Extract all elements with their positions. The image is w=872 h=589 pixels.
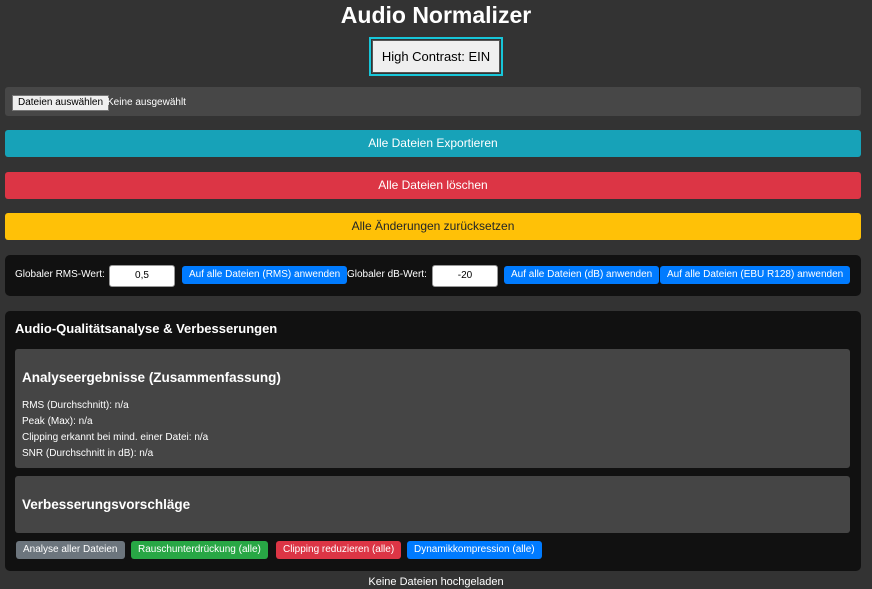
analysis-summary-title: Analyseergebnisse (Zusammenfassung) (22, 370, 281, 385)
reset-all-button[interactable]: Alle Änderungen zurücksetzen (5, 213, 861, 240)
apply-ebu-r128-button[interactable]: Auf alle Dateien (EBU R128) anwenden (660, 266, 851, 284)
choose-files-button[interactable]: Dateien auswählen (12, 95, 110, 111)
global-rms-label: Globaler RMS-Wert: (15, 269, 105, 280)
global-rms-input[interactable]: 0,5 (109, 265, 175, 287)
delete-all-button[interactable]: Alle Dateien löschen (5, 172, 861, 199)
improvement-suggestions-box: Verbesserungsvorschläge (15, 476, 850, 533)
app-title: Audio Normalizer (340, 2, 532, 28)
file-picker-status: Keine ausgewählt (107, 97, 186, 108)
dynamic-compression-button[interactable]: Dynamikkompression (alle) (407, 541, 542, 559)
analyze-all-button[interactable]: Analyse aller Dateien (16, 541, 125, 559)
analysis-summary-box: Analyseergebnisse (Zusammenfassung) RMS … (15, 349, 850, 468)
quality-panel-title: Audio-Qualitätsanalyse & Verbesserungen (15, 321, 278, 336)
improvement-suggestions-title: Verbesserungsvorschläge (22, 497, 191, 512)
export-all-button[interactable]: Alle Dateien Exportieren (5, 130, 861, 157)
noise-reduction-button[interactable]: Rauschunterdrückung (alle) (131, 541, 268, 559)
reduce-clipping-button[interactable]: Clipping reduzieren (alle) (276, 541, 402, 559)
global-db-label: Globaler dB-Wert: (347, 269, 427, 280)
apply-rms-button[interactable]: Auf alle Dateien (RMS) anwenden (182, 266, 348, 284)
global-settings-panel: Globaler RMS-Wert: 0,5 Auf alle Dateien … (5, 255, 861, 296)
quality-panel: Audio-Qualitätsanalyse & Verbesserungen … (5, 311, 861, 571)
high-contrast-toggle-button[interactable]: High Contrast: EIN (368, 37, 504, 76)
no-files-status: Keine Dateien hochgeladen (368, 576, 504, 588)
metric-snr: SNR (Durchschnitt in dB): n/a (22, 448, 154, 459)
global-db-input[interactable]: -20 (432, 265, 498, 287)
file-picker-row: Dateien auswählen Keine ausgewählt (5, 87, 861, 116)
metric-clipping: Clipping erkannt bei mind. einer Datei: … (22, 432, 209, 443)
apply-db-button[interactable]: Auf alle Dateien (dB) anwenden (504, 266, 660, 284)
metric-peak: Peak (Max): n/a (22, 416, 93, 427)
metric-rms: RMS (Durchschnitt): n/a (22, 400, 129, 411)
contrast-toggle-wrapper: High Contrast: EIN (0, 37, 872, 76)
